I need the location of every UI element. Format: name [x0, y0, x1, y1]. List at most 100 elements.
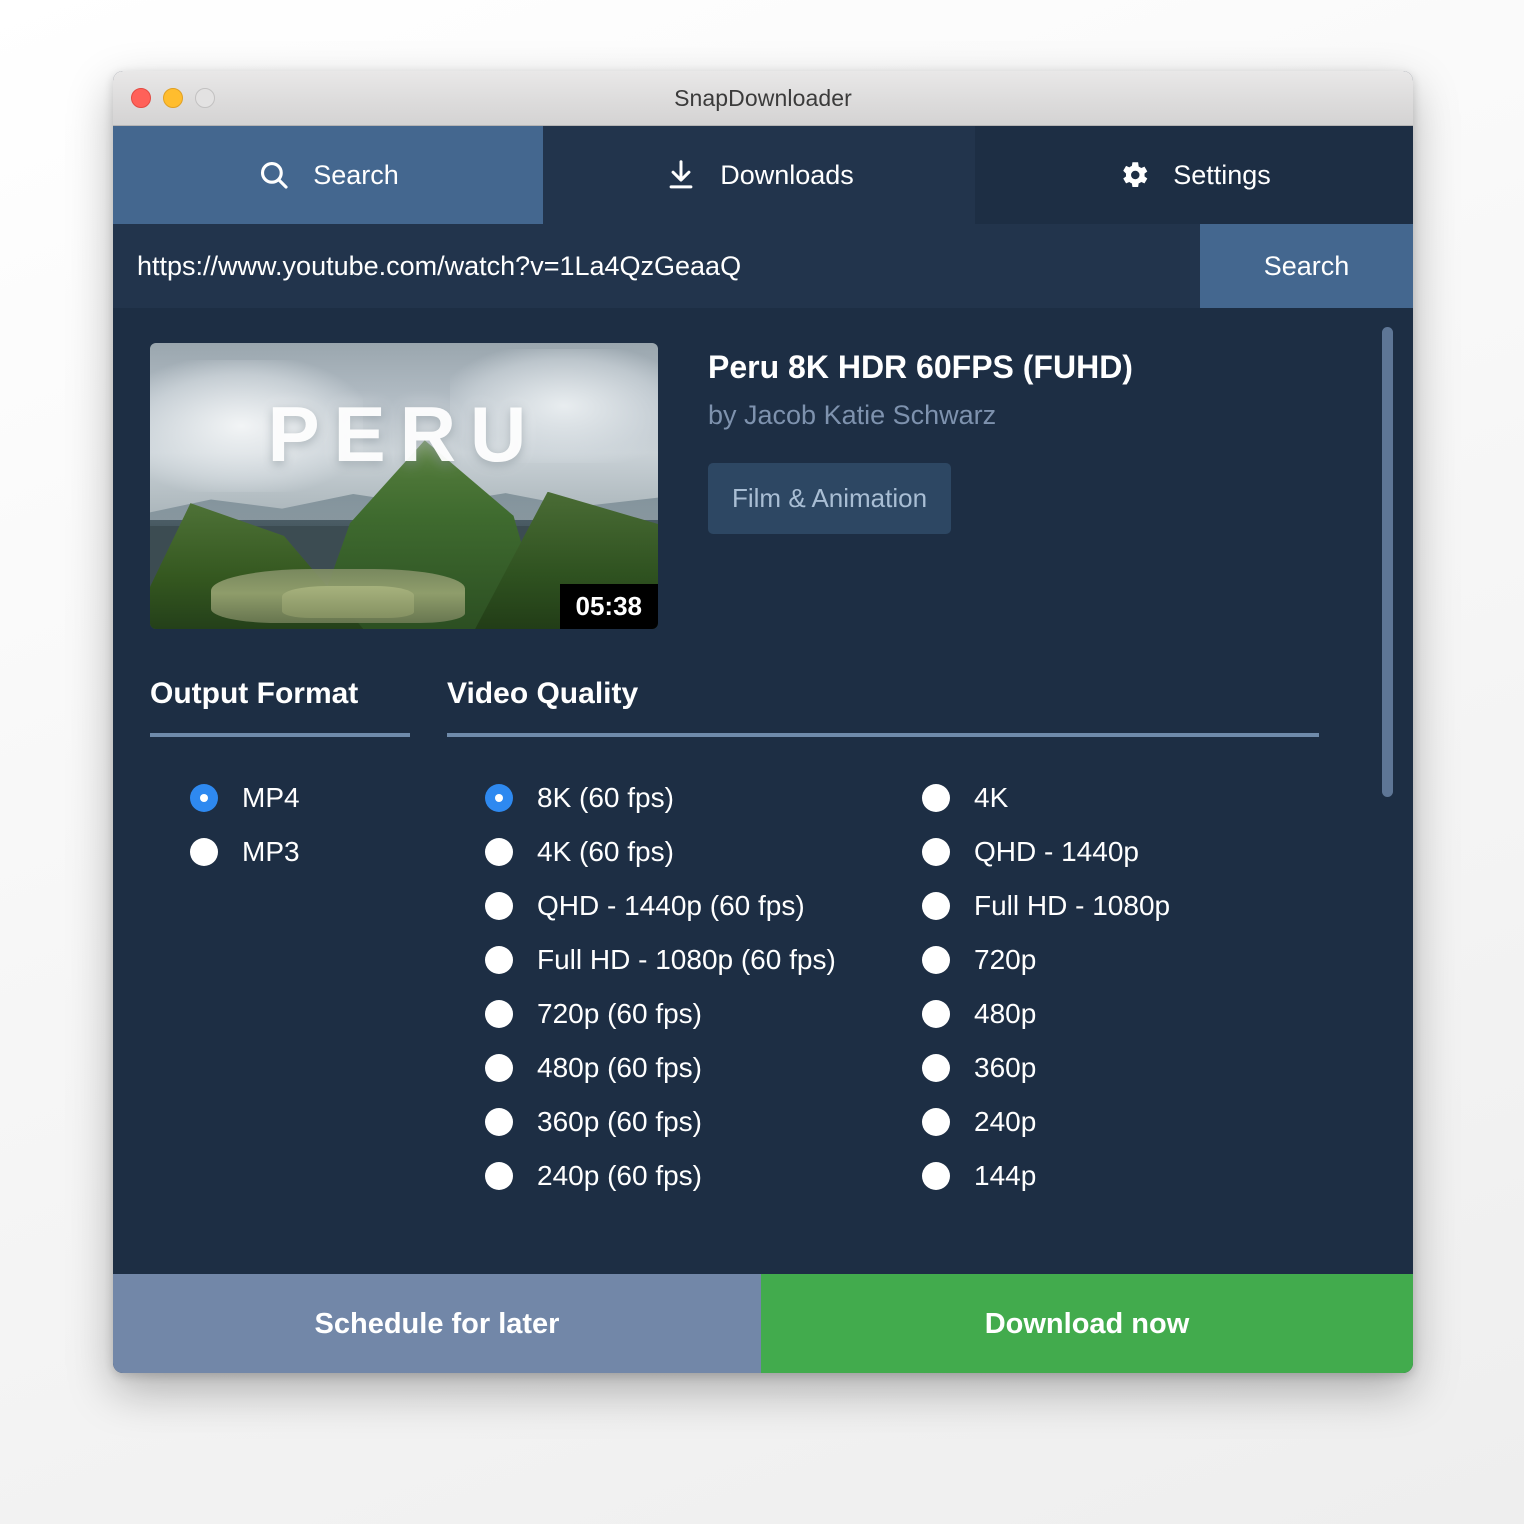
- radio-indicator[interactable]: [485, 946, 513, 974]
- quality-option-480p[interactable]: 480p: [922, 987, 1363, 1041]
- thumbnail-cloud: [150, 360, 364, 492]
- url-input[interactable]: [113, 224, 1200, 308]
- quality-option-fullhd-1080p[interactable]: Full HD - 1080p: [922, 879, 1363, 933]
- video-title: Peru 8K HDR 60FPS (FUHD): [708, 349, 1133, 385]
- radio-indicator[interactable]: [485, 838, 513, 866]
- quality-option-240p-60[interactable]: 240p (60 fps): [485, 1149, 922, 1203]
- section-divider: [447, 733, 1319, 737]
- video-info-panel: PERU 05:38 Peru 8K HDR 60FPS (FUHD) by J…: [113, 308, 1413, 629]
- quality-option-label: 720p: [974, 944, 1037, 975]
- quality-option-8k-60[interactable]: 8K (60 fps): [485, 771, 922, 825]
- tab-search[interactable]: Search: [113, 126, 543, 224]
- schedule-for-later-button[interactable]: Schedule for later: [113, 1274, 761, 1373]
- radio-indicator[interactable]: [485, 1054, 513, 1082]
- radio-indicator[interactable]: [922, 1000, 950, 1028]
- window-controls: [131, 71, 215, 125]
- quality-option-720p-60[interactable]: 720p (60 fps): [485, 987, 922, 1041]
- url-bar: Search: [113, 224, 1413, 308]
- radio-indicator[interactable]: [922, 892, 950, 920]
- quality-option-label: 360p: [974, 1052, 1037, 1083]
- content-area: PERU 05:38 Peru 8K HDR 60FPS (FUHD) by J…: [113, 308, 1413, 1274]
- tab-settings[interactable]: Settings: [975, 126, 1413, 224]
- quality-option-label: 240p (60 fps): [537, 1160, 702, 1191]
- output-format-heading: Output Format: [150, 677, 359, 710]
- quality-option-4k[interactable]: 4K: [922, 771, 1363, 825]
- video-metadata: Peru 8K HDR 60FPS (FUHD) by Jacob Katie …: [658, 343, 1133, 629]
- format-option-mp4[interactable]: MP4: [190, 771, 447, 825]
- search-icon: [257, 158, 291, 192]
- tab-downloads-label: Downloads: [720, 159, 854, 190]
- quality-option-label: 4K (60 fps): [537, 836, 674, 867]
- options-panel: Output Format MP4 MP3 Video Quality 8K (…: [113, 629, 1413, 1203]
- gear-icon: [1117, 158, 1151, 192]
- quality-option-label: QHD - 1440p: [974, 836, 1139, 867]
- tab-settings-label: Settings: [1173, 159, 1271, 190]
- quality-option-label: 480p (60 fps): [537, 1052, 702, 1083]
- thumbnail-cloud: [449, 348, 658, 464]
- quality-option-label: 480p: [974, 998, 1037, 1029]
- vertical-scrollbar-thumb[interactable]: [1382, 327, 1393, 797]
- radio-indicator[interactable]: [922, 1108, 950, 1136]
- video-author: by Jacob Katie Schwarz: [708, 400, 997, 430]
- quality-option-label: Full HD - 1080p (60 fps): [537, 944, 836, 975]
- radio-indicator[interactable]: [190, 838, 218, 866]
- video-duration-badge: 05:38: [559, 584, 658, 629]
- video-quality-column-standard: 4K QHD - 1440p Full HD - 1080p 720p 480p…: [922, 771, 1363, 1203]
- quality-option-qhd-1440p-60[interactable]: QHD - 1440p (60 fps): [485, 879, 922, 933]
- screenshot-canvas: SnapDownloader Search Downloads Settings…: [0, 0, 1524, 1524]
- app-window: SnapDownloader Search Downloads Settings…: [113, 71, 1413, 1373]
- quality-option-480p-60[interactable]: 480p (60 fps): [485, 1041, 922, 1095]
- output-format-section: Output Format MP4 MP3: [150, 677, 447, 1203]
- section-divider: [150, 733, 410, 737]
- search-button[interactable]: Search: [1200, 224, 1413, 308]
- video-quality-column-60fps: 8K (60 fps) 4K (60 fps) QHD - 1440p (60 …: [485, 771, 922, 1203]
- video-quality-grid: 8K (60 fps) 4K (60 fps) QHD - 1440p (60 …: [447, 771, 1363, 1203]
- quality-option-label: 360p (60 fps): [537, 1106, 702, 1137]
- quality-option-label: Full HD - 1080p: [974, 890, 1171, 921]
- radio-indicator[interactable]: [190, 784, 218, 812]
- radio-indicator[interactable]: [485, 1162, 513, 1190]
- tab-bar: Search Downloads Settings: [113, 126, 1413, 224]
- quality-option-label: 8K (60 fps): [537, 782, 674, 813]
- download-now-button[interactable]: Download now: [761, 1274, 1413, 1373]
- action-bar: Schedule for later Download now: [113, 1274, 1413, 1373]
- quality-option-360p[interactable]: 360p: [922, 1041, 1363, 1095]
- quality-option-4k-60[interactable]: 4K (60 fps): [485, 825, 922, 879]
- quality-option-label: QHD - 1440p (60 fps): [537, 890, 805, 921]
- zoom-window-button[interactable]: [195, 88, 215, 108]
- close-window-button[interactable]: [131, 88, 151, 108]
- radio-indicator[interactable]: [485, 892, 513, 920]
- window-titlebar: SnapDownloader: [113, 71, 1413, 126]
- quality-option-label: 720p (60 fps): [537, 998, 702, 1029]
- quality-option-label: 4K: [974, 782, 1009, 813]
- video-thumbnail: PERU 05:38: [150, 343, 658, 629]
- tab-search-label: Search: [313, 159, 399, 190]
- quality-option-144p[interactable]: 144p: [922, 1149, 1363, 1203]
- video-category-badge[interactable]: Film & Animation: [708, 463, 952, 534]
- format-option-label: MP4: [242, 782, 300, 813]
- video-quality-heading: Video Quality: [447, 677, 639, 710]
- minimize-window-button[interactable]: [163, 88, 183, 108]
- radio-indicator[interactable]: [485, 784, 513, 812]
- quality-option-fullhd-1080p-60[interactable]: Full HD - 1080p (60 fps): [485, 933, 922, 987]
- radio-indicator[interactable]: [922, 784, 950, 812]
- radio-indicator[interactable]: [485, 1108, 513, 1136]
- window-title: SnapDownloader: [674, 84, 852, 111]
- format-option-mp3[interactable]: MP3: [190, 825, 447, 879]
- radio-indicator[interactable]: [485, 1000, 513, 1028]
- radio-indicator[interactable]: [922, 1054, 950, 1082]
- quality-option-label: 144p: [974, 1160, 1037, 1191]
- quality-option-240p[interactable]: 240p: [922, 1095, 1363, 1149]
- radio-indicator[interactable]: [922, 946, 950, 974]
- radio-indicator[interactable]: [922, 838, 950, 866]
- format-option-label: MP3: [242, 836, 300, 867]
- radio-indicator[interactable]: [922, 1162, 950, 1190]
- quality-option-qhd-1440p[interactable]: QHD - 1440p: [922, 825, 1363, 879]
- quality-option-360p-60[interactable]: 360p (60 fps): [485, 1095, 922, 1149]
- download-icon: [664, 158, 698, 192]
- tab-downloads[interactable]: Downloads: [543, 126, 975, 224]
- video-quality-section: Video Quality 8K (60 fps) 4K (60 fps) QH…: [447, 677, 1413, 1203]
- thumbnail-ruins-terrace: [282, 586, 415, 618]
- quality-option-label: 240p: [974, 1106, 1037, 1137]
- quality-option-720p[interactable]: 720p: [922, 933, 1363, 987]
